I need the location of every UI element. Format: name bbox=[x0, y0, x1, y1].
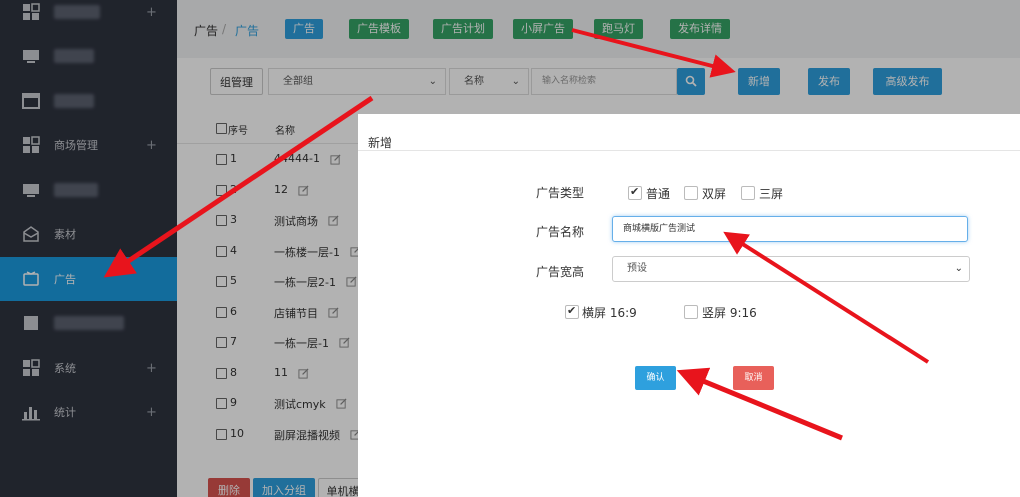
arrow-to-ads-menu bbox=[103, 95, 374, 278]
arrow-to-confirm-button bbox=[676, 367, 843, 441]
arrow-to-add-button bbox=[571, 28, 736, 78]
arrow-to-name-input bbox=[723, 231, 930, 364]
annotation-arrows bbox=[103, 28, 930, 441]
